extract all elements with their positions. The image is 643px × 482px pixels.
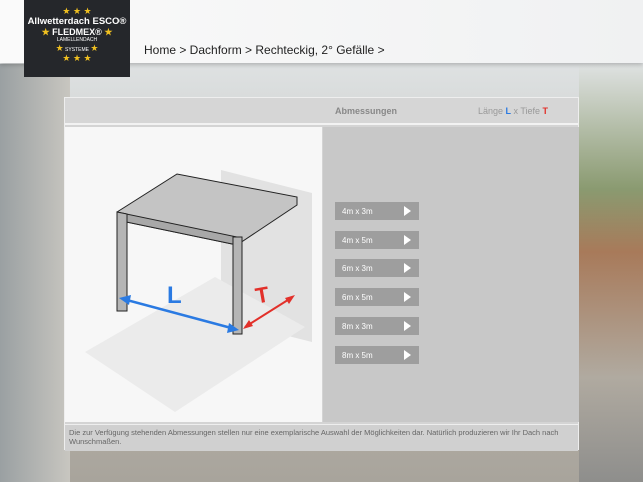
dimensions-panel: Abmessungen Länge L x Tiefe T L T 4m x 3… <box>64 97 579 451</box>
breadcrumb[interactable]: Home > Dachform > Rechteckig, 2° Gefälle… <box>144 43 385 57</box>
option-6x5-button[interactable]: 6m x 5m <box>335 288 419 306</box>
play-arrow-icon <box>404 263 411 273</box>
roof-diagram: L T <box>65 127 322 422</box>
logo-product: ★ FLEDMEX® ★ <box>41 27 113 37</box>
play-arrow-icon <box>404 206 411 216</box>
post-right <box>232 236 243 335</box>
background-photo-left <box>0 64 70 482</box>
play-arrow-icon <box>404 321 411 331</box>
play-arrow-icon <box>404 350 411 360</box>
option-8x5-button[interactable]: 8m x 5m <box>335 346 419 364</box>
option-4x5-button[interactable]: 4m x 5m <box>335 231 419 249</box>
logo-sub2: ★ SYSTEME ★ <box>55 43 99 53</box>
option-4x3-button[interactable]: 4m x 3m <box>335 202 419 220</box>
logo[interactable]: ★ ★ ★ Allwetterdach ESCO® ★ FLEDMEX® ★ L… <box>24 0 130 77</box>
label-length: L <box>167 282 182 309</box>
post-left <box>116 211 128 312</box>
logo-brand: Allwetterdach ESCO® <box>27 16 127 27</box>
background-photo-right <box>579 64 643 482</box>
stars-icon: ★ ★ ★ <box>62 53 92 63</box>
option-6x3-button[interactable]: 6m x 3m <box>335 259 419 277</box>
stars-icon: ★ ★ ★ <box>62 6 92 16</box>
footer-note: Die zur Verfügung stehenden Abmessungen … <box>65 424 578 451</box>
play-arrow-icon <box>404 235 411 245</box>
options-area: 4m x 3m 4m x 5m 6m x 3m 6m x 5m 8m x 3m … <box>323 127 579 422</box>
play-arrow-icon <box>404 292 411 302</box>
panel-header: Abmessungen Länge L x Tiefe T <box>65 98 578 125</box>
option-8x3-button[interactable]: 8m x 3m <box>335 317 419 335</box>
panel-title: Abmessungen <box>335 106 398 116</box>
dimension-legend: Länge L x Tiefe T <box>477 106 548 116</box>
